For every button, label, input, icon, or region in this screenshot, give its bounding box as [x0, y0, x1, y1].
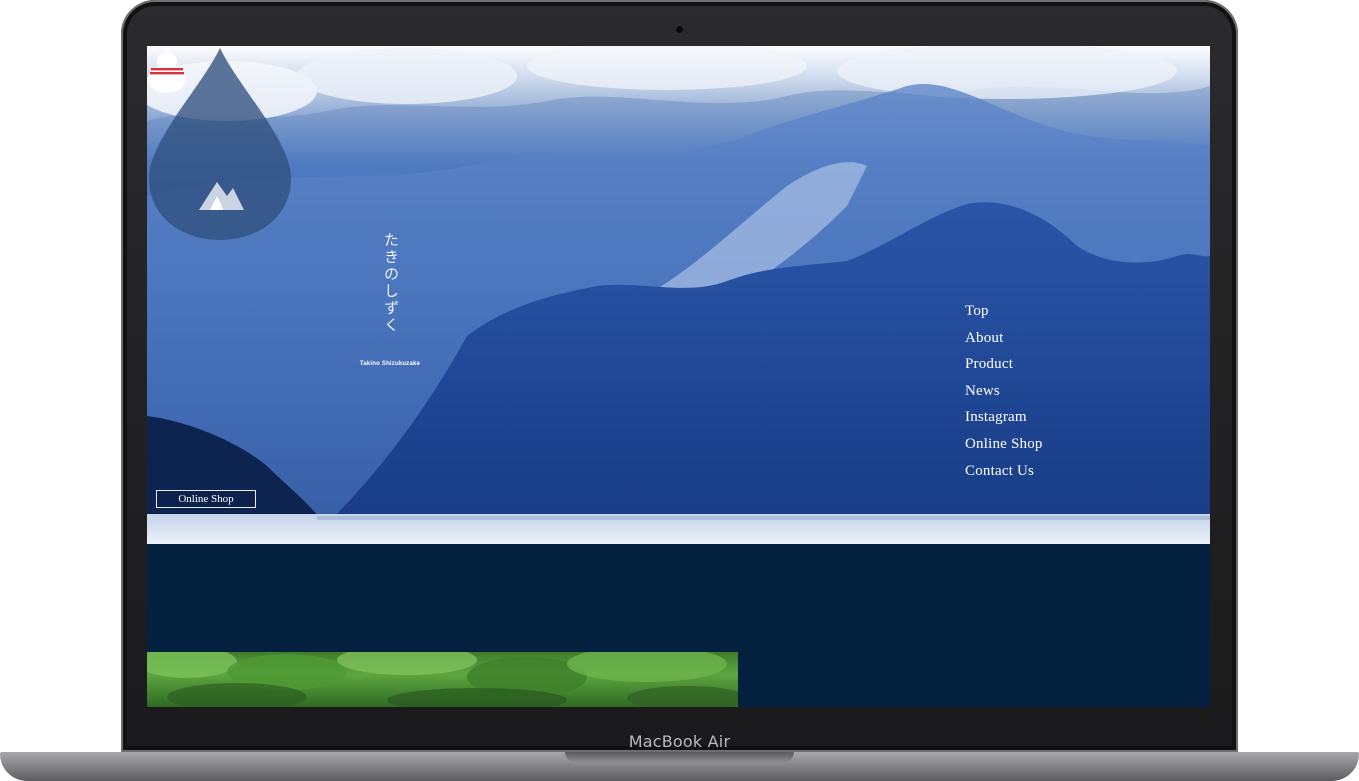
camera-icon: [676, 26, 683, 33]
gourd-icon[interactable]: [147, 46, 187, 94]
device-label: MacBook Air: [628, 732, 731, 751]
website-screen: たきのしずく Takino Shizukuzake Online Shop To…: [147, 46, 1210, 707]
laptop-notch: [565, 752, 794, 762]
logo-title: たきのしずく: [382, 232, 400, 334]
hero-banner: たきのしずく Takino Shizukuzake Online Shop To…: [147, 46, 1210, 544]
nav-item-news[interactable]: News: [965, 382, 1043, 409]
landscape-image: [147, 46, 1210, 544]
forest-image: [147, 652, 738, 707]
nav-item-about[interactable]: About: [965, 329, 1043, 356]
main-nav: Top About Product News Instagram Online …: [965, 302, 1043, 488]
online-shop-button[interactable]: Online Shop: [156, 490, 256, 508]
nav-item-online-shop[interactable]: Online Shop: [965, 435, 1043, 462]
nav-item-top[interactable]: Top: [965, 302, 1043, 329]
logo-subtitle: Takino Shizukuzake: [359, 361, 421, 367]
nav-item-instagram[interactable]: Instagram: [965, 408, 1043, 435]
nav-item-product[interactable]: Product: [965, 355, 1043, 382]
nav-item-contact-us[interactable]: Contact Us: [965, 462, 1043, 489]
